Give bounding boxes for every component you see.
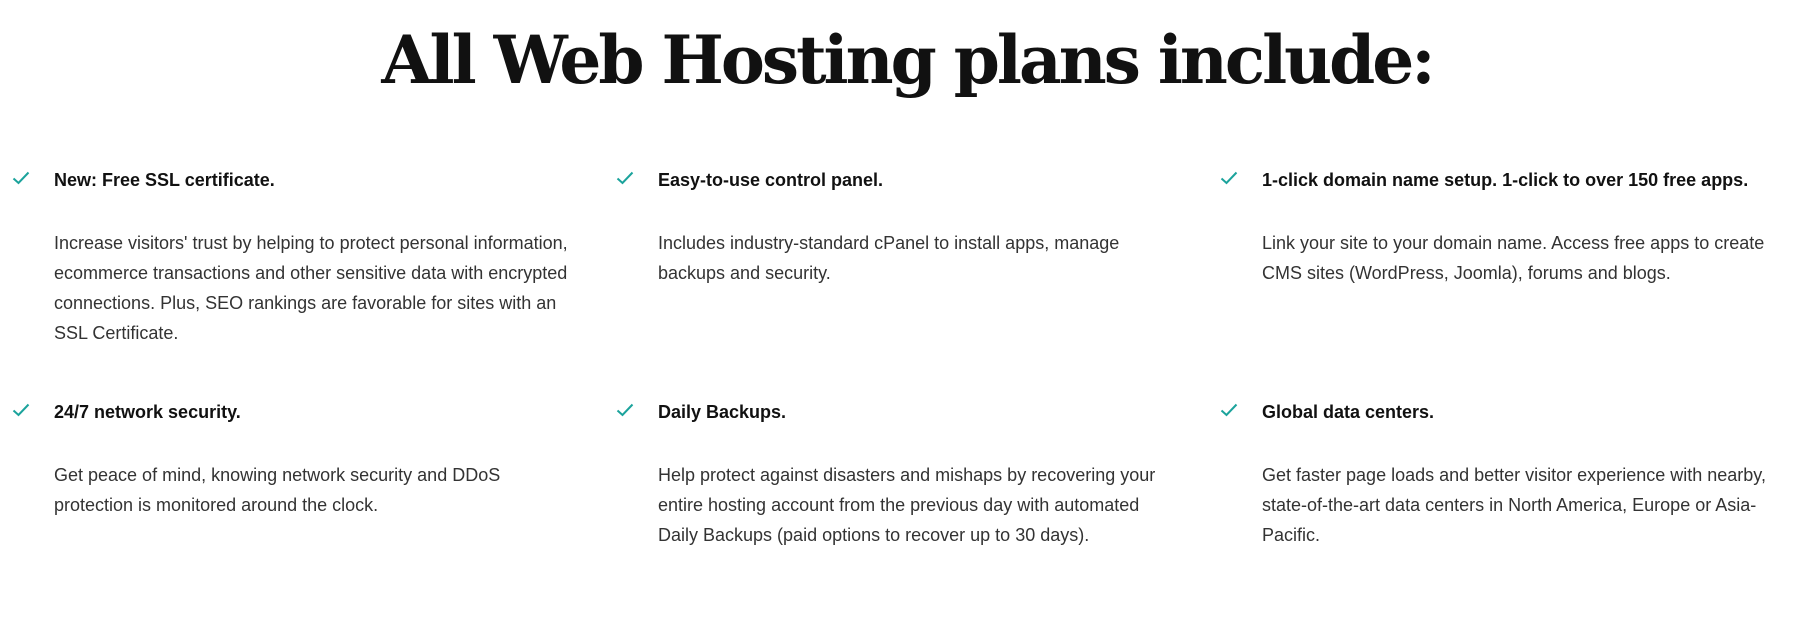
feature-description: Help protect against disasters and misha… [658, 465, 1156, 545]
feature-title: Daily Backups. [658, 402, 787, 422]
feature-description: Get faster page loads and better visitor… [1262, 465, 1766, 545]
check-icon [616, 171, 634, 185]
feature-item-domain-setup: 1-click domain name setup. 1-click to ov… [1220, 168, 1812, 400]
feature-item-network-security: 24/7 network security. Get peace of mind… [12, 400, 616, 632]
feature-title: Global data centers. [1262, 402, 1435, 422]
check-icon [616, 403, 634, 417]
check-icon [1220, 171, 1238, 185]
page-title: All Web Hosting plans include: [381, 21, 1435, 99]
features-grid: New: Free SSL certificate. Increase visi… [12, 168, 1812, 632]
check-icon [12, 171, 30, 185]
feature-title: 1-click domain name setup. 1-click to ov… [1262, 170, 1749, 190]
feature-title: 24/7 network security. [54, 402, 241, 422]
feature-title: Easy-to-use control panel. [658, 170, 884, 190]
feature-description: Link your site to your domain name. Acce… [1262, 233, 1765, 283]
check-icon [12, 403, 30, 417]
feature-description: Increase visitors' trust by helping to p… [54, 233, 568, 343]
feature-description: Get peace of mind, knowing network secur… [54, 465, 501, 515]
feature-item-data-centers: Global data centers. Get faster page loa… [1220, 400, 1812, 632]
feature-item-daily-backups: Daily Backups. Help protect against disa… [616, 400, 1220, 632]
feature-title: New: Free SSL certificate. [54, 170, 275, 190]
check-icon [1220, 403, 1238, 417]
feature-item-control-panel: Easy-to-use control panel. Includes indu… [616, 168, 1220, 400]
feature-description: Includes industry-standard cPanel to ins… [658, 233, 1120, 283]
feature-item-ssl: New: Free SSL certificate. Increase visi… [12, 168, 616, 400]
